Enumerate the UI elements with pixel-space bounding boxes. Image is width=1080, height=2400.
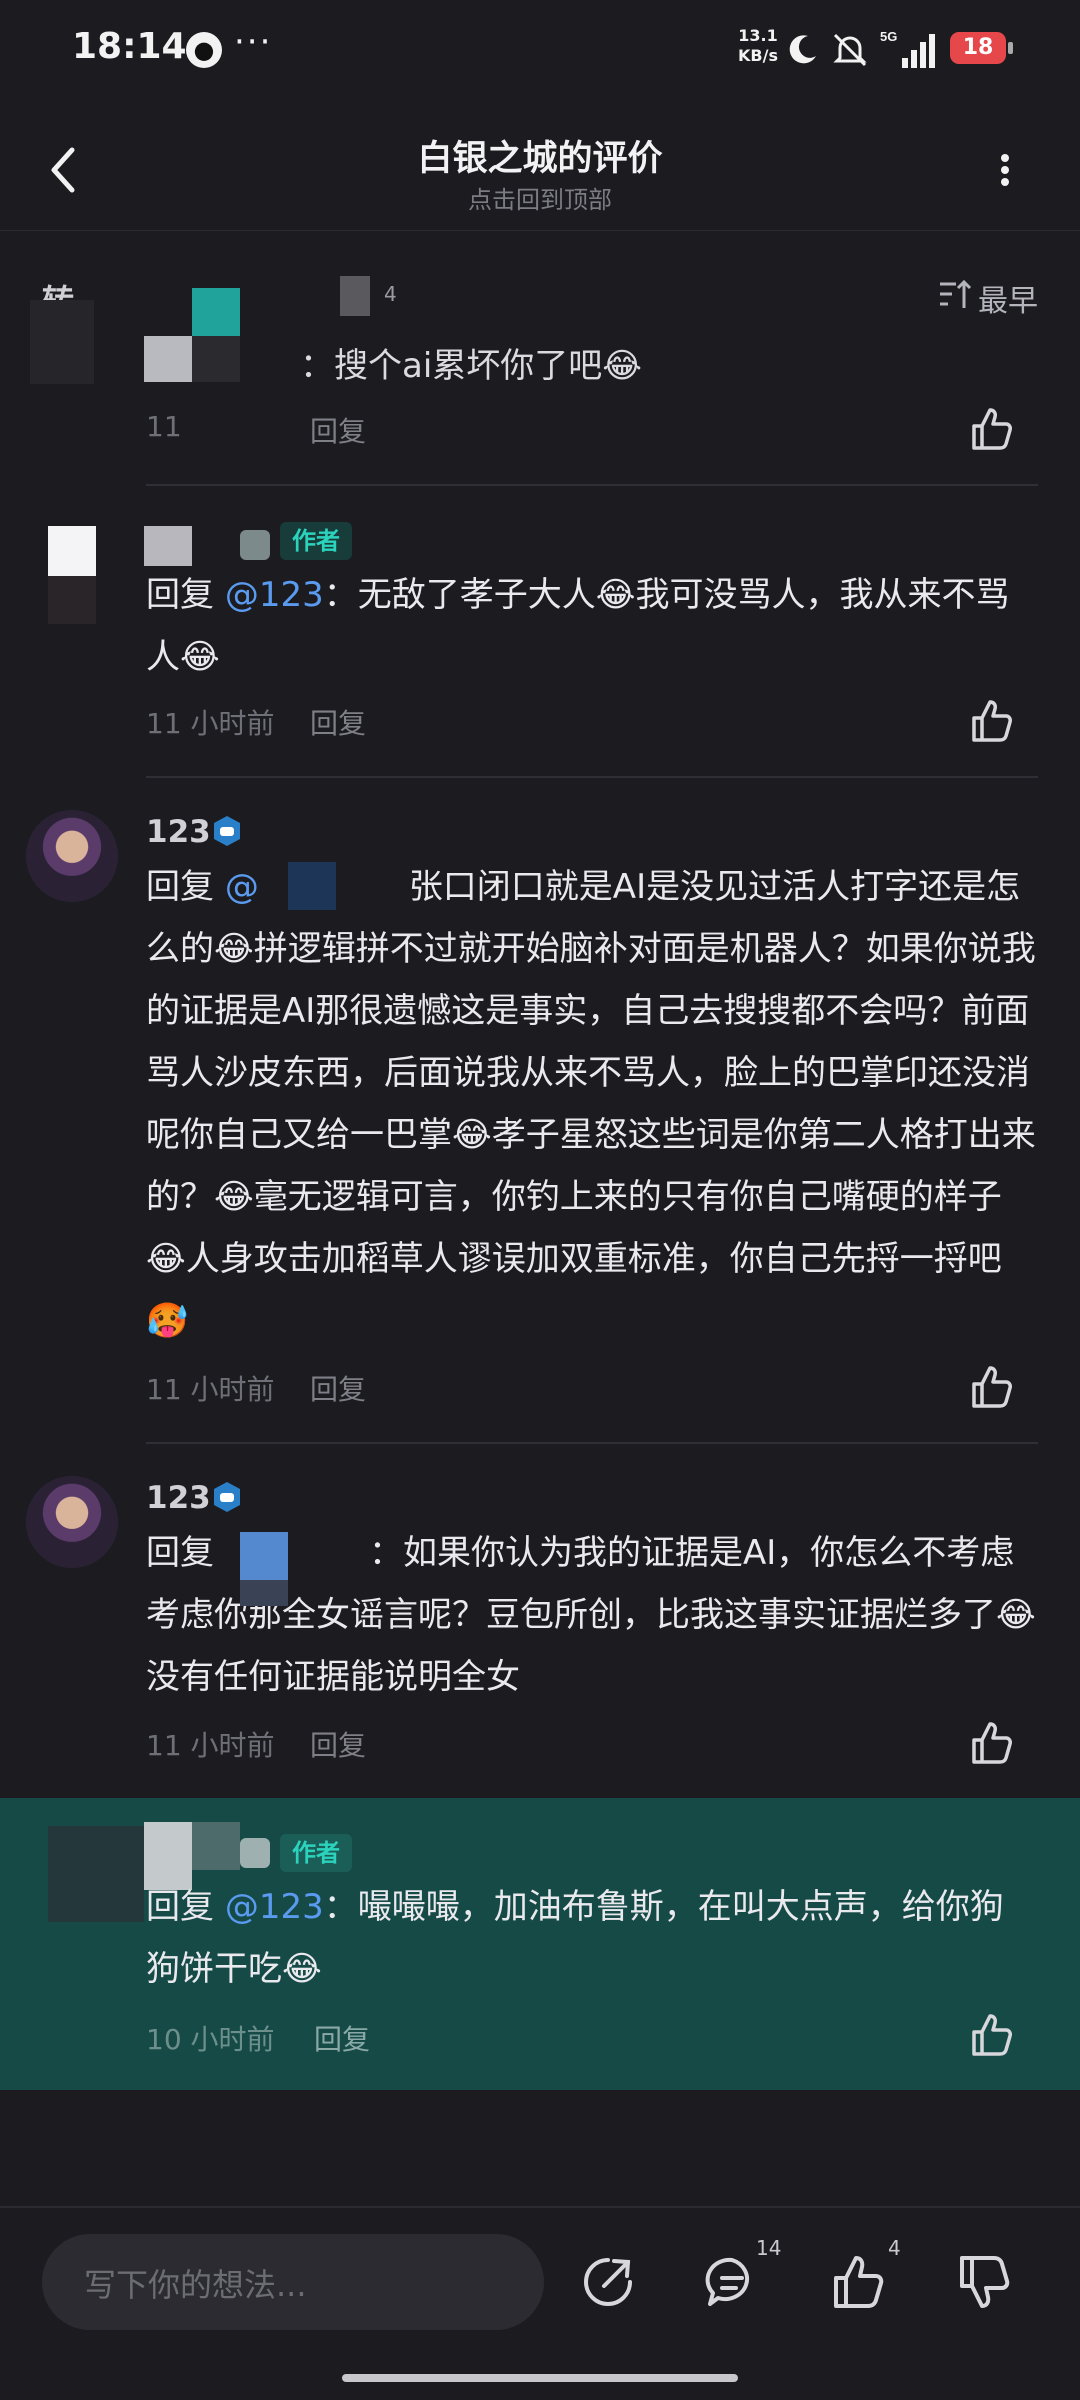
mention-link[interactable]: @ xyxy=(225,867,259,907)
comment-3-body: 张口闭口就是AI是没见过活人打字还是怎么的😂拼逻辑拼不过就开始脑补对面是机器人？… xyxy=(146,867,1036,1341)
status-time: 18:14 xyxy=(72,26,187,67)
redacted-block xyxy=(192,336,240,382)
net-speed-value: 13.1 xyxy=(738,26,778,45)
author-tag: 作者 xyxy=(280,1834,352,1872)
comment-3-text: 回复 @ 张口闭口就是AI是没见过活人打字还是怎么的😂拼逻辑拼不过就开始脑补对面是… xyxy=(146,856,1036,1352)
redacted-block xyxy=(240,1532,288,1580)
comment-5-time: 10 小时前 xyxy=(146,2023,275,2056)
redacted-name xyxy=(144,526,192,566)
avatar[interactable] xyxy=(26,1476,118,1568)
comment-5-text: 回复 @123：嘬嘬嘬，加油布鲁斯，在叫大点声，给你狗狗饼干吃😂 xyxy=(146,1876,1036,2000)
sort-button[interactable]: 最早 xyxy=(978,276,1038,320)
moon-icon xyxy=(789,35,816,64)
reply-word: 回复 xyxy=(146,1887,225,1927)
thumbs-up-icon[interactable] xyxy=(966,2010,1016,2060)
page: 18:14 ● ··· 13.1 KB/s 5G 18 白银之城的评价 点击回到… xyxy=(0,0,1080,2400)
comment-divider xyxy=(146,776,1038,778)
comment-1-reply-button[interactable]: 回复 xyxy=(310,410,366,450)
redacted-mention xyxy=(214,1529,369,1580)
comment-4-time: 11 小时前 xyxy=(146,1729,275,1762)
filter-like-count: 4 xyxy=(384,282,397,306)
page-title[interactable]: 白银之城的评价 xyxy=(0,130,1080,181)
gamepad-badge-icon xyxy=(214,816,240,846)
username[interactable]: 123 xyxy=(146,1480,211,1516)
comment-2-text: 回复 @123：无敌了孝子大人😂我可没骂人，我从来不骂人😂 xyxy=(146,564,1036,688)
redacted-block xyxy=(340,276,370,316)
redacted-avatar xyxy=(48,526,96,576)
comment-count: 14 xyxy=(756,2236,782,2260)
thumbs-up-icon[interactable] xyxy=(966,696,1016,746)
home-indicator[interactable] xyxy=(342,2374,738,2382)
redacted-block xyxy=(144,336,192,382)
reply-word: 回复 xyxy=(146,1533,214,1573)
mute-icon xyxy=(833,33,867,67)
comment-1-body: ：搜个ai累坏你了吧😂 xyxy=(300,346,643,386)
status-more-dots: ··· xyxy=(234,22,273,62)
comment-3-reply-button[interactable]: 回复 xyxy=(310,1368,366,1408)
thumbs-up-icon[interactable] xyxy=(966,1362,1016,1412)
comment-1-time: 11 xyxy=(146,410,182,443)
comment-4-reply-button[interactable]: 回复 xyxy=(310,1724,366,1764)
redacted-avatar xyxy=(48,1826,144,1922)
like-count: 4 xyxy=(888,2236,901,2260)
comment-3-time: 11 小时前 xyxy=(146,1373,275,1406)
redacted-name xyxy=(192,1822,240,1870)
bottom-bar-divider xyxy=(0,2206,1080,2208)
redacted-block xyxy=(192,288,240,336)
comment-bubble-icon[interactable] xyxy=(702,2252,762,2312)
reply-word: 回复 xyxy=(146,575,225,615)
signal-icon: 5G xyxy=(880,29,935,68)
header-divider xyxy=(0,230,1080,231)
thumbs-up-icon[interactable] xyxy=(828,2252,888,2312)
thumbs-down-icon[interactable] xyxy=(954,2252,1014,2312)
mention-link[interactable]: @123 xyxy=(225,575,324,615)
scroll-to-top-hint[interactable]: 点击回到顶部 xyxy=(0,180,1080,215)
comment-divider xyxy=(146,1442,1038,1444)
comment-input-placeholder[interactable]: 写下你的想法... xyxy=(84,2260,307,2306)
sort-icon[interactable] xyxy=(936,278,972,312)
comment-2-reply-button[interactable]: 回复 xyxy=(310,702,366,742)
share-icon[interactable] xyxy=(578,2252,638,2312)
gamepad-badge-icon xyxy=(214,1482,240,1512)
qq-icon: ● xyxy=(186,32,222,68)
status-bar: 18:14 ● ··· 13.1 KB/s 5G 18 xyxy=(0,0,1080,100)
battery-indicator: 18 xyxy=(950,32,1006,64)
redacted-avatar xyxy=(30,300,94,384)
battery-cap xyxy=(1008,42,1013,54)
badge-icon xyxy=(240,530,270,560)
comment-5-reply-button[interactable]: 回复 xyxy=(314,2018,370,2058)
redacted-block xyxy=(240,1580,288,1606)
author-tag: 作者 xyxy=(280,522,352,560)
network-label: 5G xyxy=(880,29,897,44)
username[interactable]: 123 xyxy=(146,814,211,850)
net-speed-unit: KB/s xyxy=(738,46,778,65)
thumbs-up-icon[interactable] xyxy=(966,1718,1016,1768)
top-app-bar: 白银之城的评价 点击回到顶部 xyxy=(0,110,1080,230)
thumbs-up-icon[interactable] xyxy=(966,404,1016,454)
comment-divider xyxy=(146,484,1038,486)
avatar[interactable] xyxy=(26,810,118,902)
more-options-icon[interactable] xyxy=(992,150,1018,190)
redacted-avatar xyxy=(48,576,96,624)
comment-2-time: 11 小时前 xyxy=(146,707,275,740)
reply-word: 回复 xyxy=(146,867,225,907)
badge-icon xyxy=(240,1838,270,1868)
mention-link[interactable]: @123 xyxy=(225,1887,324,1927)
net-speed: 13.1 KB/s xyxy=(738,26,778,66)
redacted-block xyxy=(288,862,336,910)
comment-1-text: ：搜个ai累坏你了吧😂 xyxy=(300,336,700,396)
